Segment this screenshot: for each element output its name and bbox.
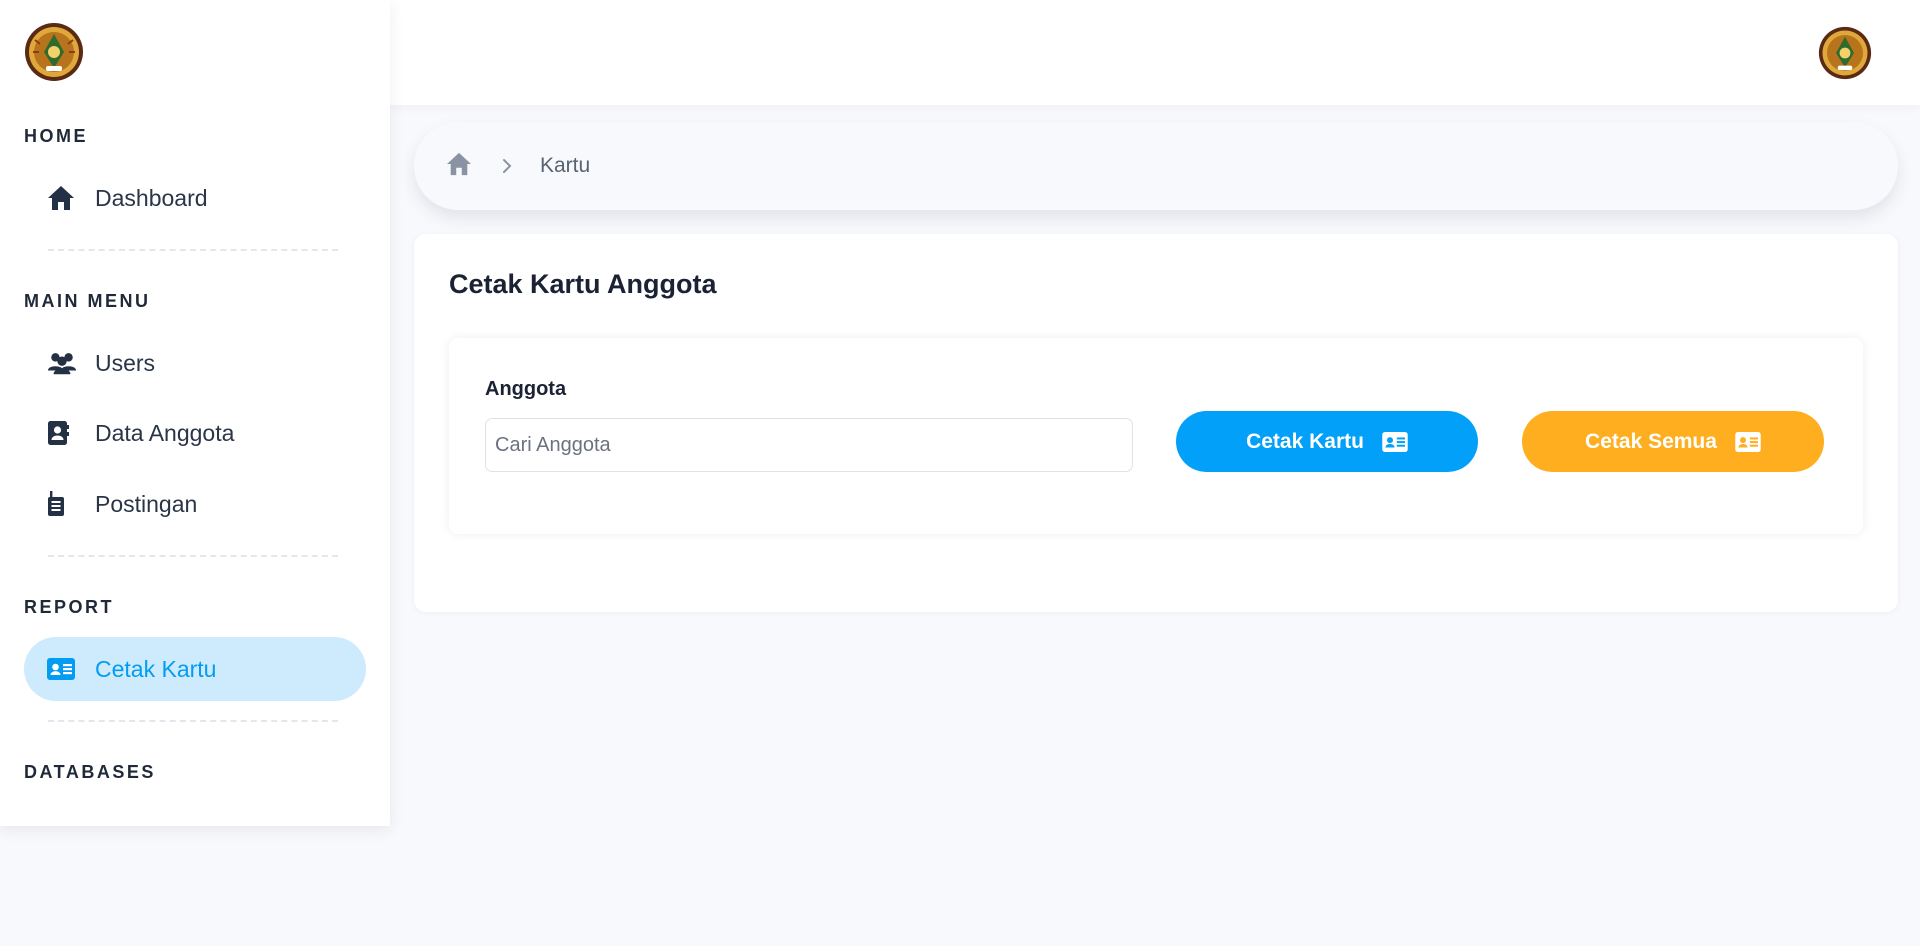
- sidebar-item-postingan[interactable]: Postingan: [24, 472, 366, 536]
- form-card: Anggota Cetak Kartu Cetak Semua: [449, 338, 1863, 534]
- divider: [48, 555, 338, 557]
- id-card-icon: [1382, 431, 1408, 452]
- cetak-semua-button[interactable]: Cetak Semua: [1522, 411, 1824, 472]
- id-card-icon: [47, 655, 77, 683]
- breadcrumb-current: Kartu: [540, 154, 591, 177]
- button-label: Cetak Kartu: [1246, 429, 1364, 453]
- search-anggota-input[interactable]: [485, 418, 1133, 472]
- top-header: [390, 0, 1920, 105]
- walkie-talkie-icon: [47, 490, 77, 518]
- users-icon: [47, 349, 77, 377]
- sidebar: HOME Dashboard MAIN MENU Users Data Angg…: [0, 0, 390, 826]
- app-logo[interactable]: [24, 22, 84, 82]
- user-avatar[interactable]: [1818, 26, 1872, 80]
- sidebar-item-label: Users: [95, 349, 156, 376]
- breadcrumb: Kartu: [414, 122, 1898, 210]
- id-card-icon: [1735, 431, 1761, 452]
- sidebar-item-label: Postingan: [95, 490, 198, 517]
- button-label: Cetak Semua: [1585, 429, 1717, 453]
- sidebar-item-label: Data Anggota: [95, 419, 235, 446]
- sidebar-item-cetak-kartu[interactable]: Cetak Kartu: [24, 637, 366, 701]
- divider: [48, 720, 338, 722]
- sidebar-item-data-anggota[interactable]: Data Anggota: [24, 401, 366, 465]
- sidebar-item-label: Cetak Kartu: [95, 655, 217, 682]
- home-icon[interactable]: [446, 152, 472, 181]
- section-title-main-menu: MAIN MENU: [24, 291, 151, 311]
- sidebar-item-label: Dashboard: [95, 184, 208, 211]
- main-card: Cetak Kartu Anggota Anggota Cetak Kartu …: [414, 234, 1898, 612]
- section-title-databases: DATABASES: [24, 762, 156, 782]
- chevron-right-icon: [502, 158, 512, 174]
- section-title-report: REPORT: [24, 597, 115, 617]
- cetak-kartu-button[interactable]: Cetak Kartu: [1176, 411, 1478, 472]
- address-book-icon: [47, 419, 77, 447]
- sidebar-item-dashboard[interactable]: Dashboard: [24, 166, 366, 230]
- anggota-label: Anggota: [485, 378, 567, 400]
- home-icon: [47, 184, 77, 212]
- page-title: Cetak Kartu Anggota: [449, 269, 717, 299]
- sidebar-item-users[interactable]: Users: [24, 331, 366, 395]
- divider: [48, 249, 338, 251]
- section-title-home: HOME: [24, 126, 88, 146]
